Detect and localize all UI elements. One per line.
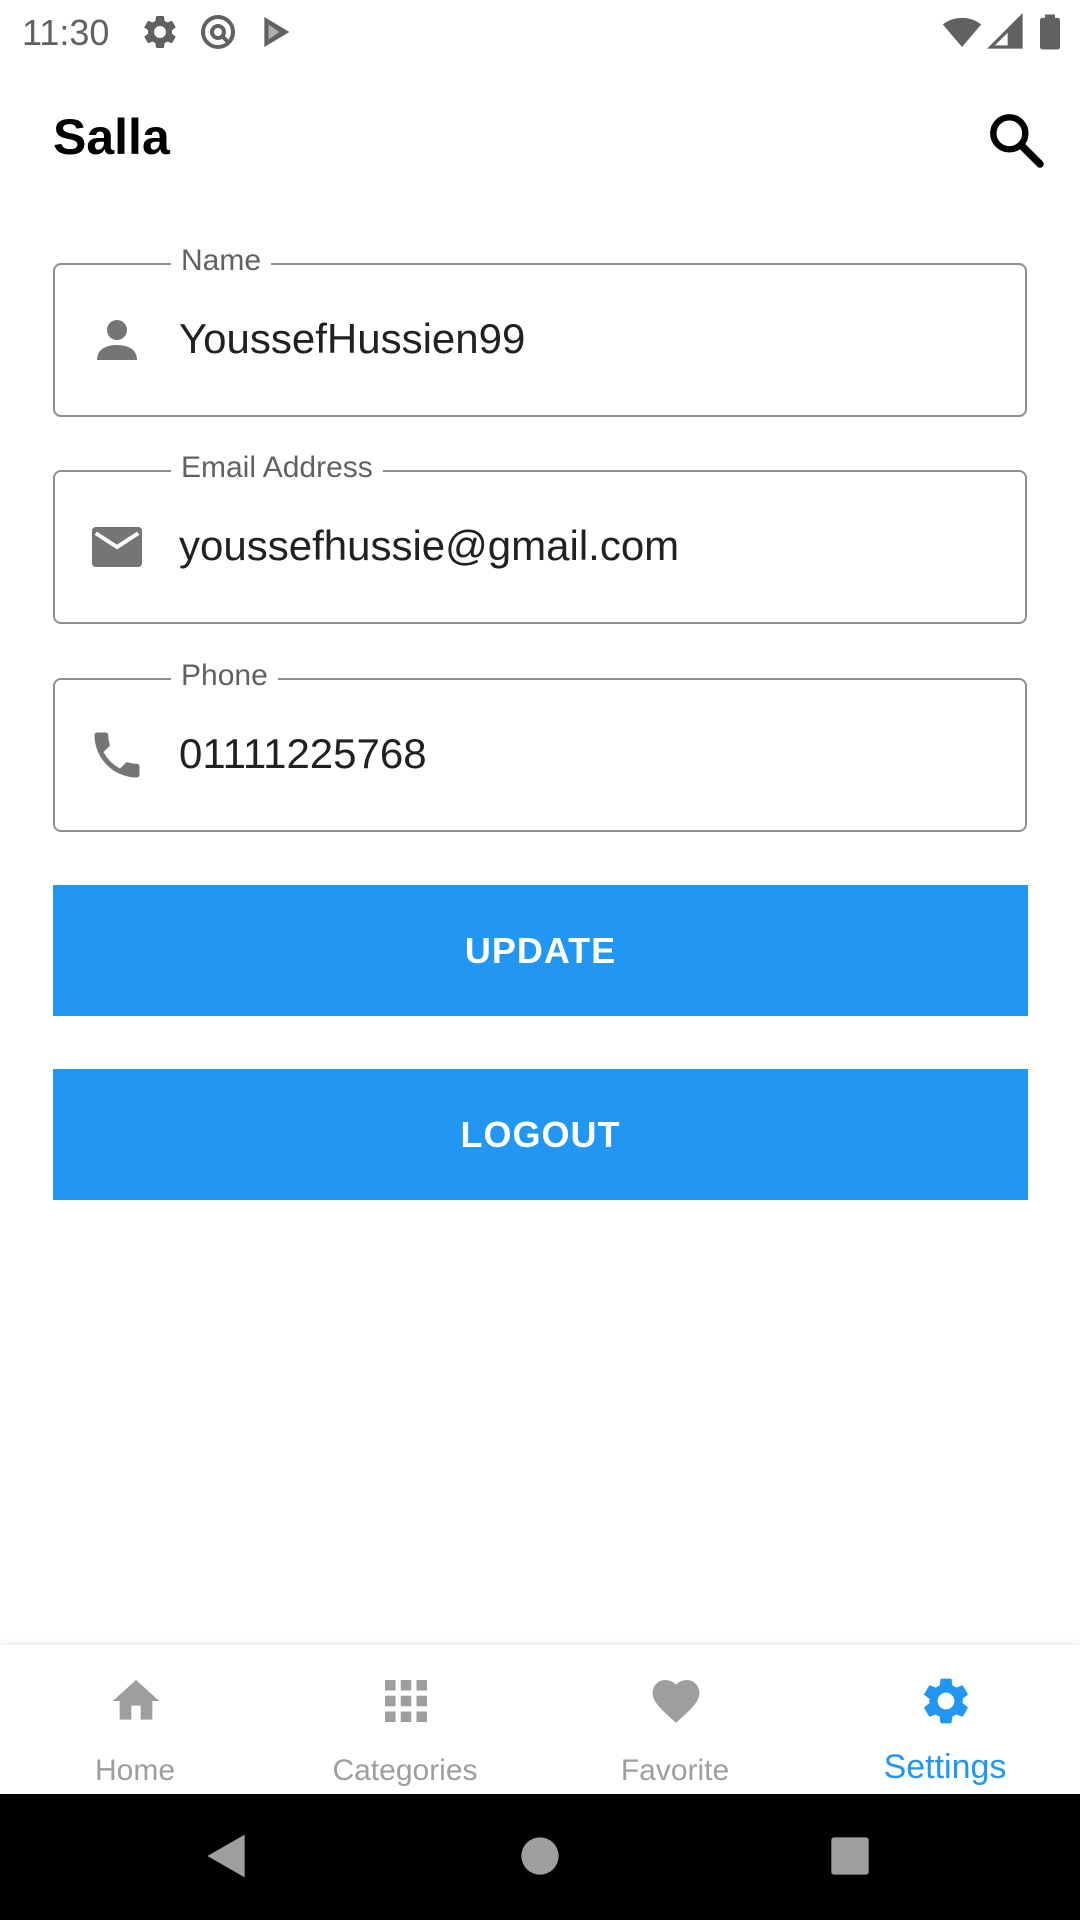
search-button[interactable] [984,108,1048,172]
home-circle-icon[interactable] [508,1824,572,1888]
nav-item-favorite[interactable]: Favorite [540,1645,810,1794]
name-field-label: Name [171,241,272,281]
play-store-icon [264,17,290,47]
email-input[interactable]: youssefhussie@gmail.com [179,518,679,574]
nav-item-settings[interactable]: Settings [810,1645,1080,1794]
battery-icon [1040,14,1060,50]
search-icon [990,114,1044,168]
phone-field[interactable]: Phone 01111225768 [53,656,1027,832]
heart-icon [652,1680,700,1723]
update-button[interactable]: UPDATE [53,885,1028,1016]
logout-button[interactable]: LOGOUT [53,1069,1028,1200]
nav-label-settings: Settings [883,1748,1007,1786]
nav-label-favorite: Favorite [620,1754,730,1787]
gear-icon [143,15,176,48]
home-icon [112,1680,160,1720]
phone-input[interactable]: 01111225768 [179,726,427,782]
page-title: Salla [53,109,170,165]
gear-icon [923,1678,968,1724]
system-nav-bar [0,1794,1080,1920]
status-time: 11:30 [22,12,110,53]
email-field-label: Email Address [171,448,383,488]
phone-icon [94,732,140,778]
grid-icon [385,1680,427,1722]
nav-item-home[interactable]: Home [0,1645,270,1794]
at-sign-icon [201,15,235,49]
signal-icon [986,12,1023,49]
name-field[interactable]: Name YoussefHussien99 [53,241,1027,417]
email-field[interactable]: Email Address youssefhussie@gmail.com [53,448,1027,624]
nav-label-categories: Categories [332,1754,478,1787]
app-bar: Salla [0,64,1080,212]
bottom-nav: Home Categories Favorite Settings [0,1645,1080,1794]
nav-label-home: Home [94,1754,176,1787]
email-icon [92,527,142,567]
recents-icon[interactable] [818,1824,882,1888]
person-icon [97,320,137,360]
wifi-icon [942,17,982,47]
name-input[interactable]: YoussefHussien99 [179,311,525,367]
back-icon[interactable] [194,1824,258,1888]
phone-field-label: Phone [171,656,278,696]
nav-item-categories[interactable]: Categories [270,1645,540,1794]
status-bar: 11:30 [0,0,1080,64]
